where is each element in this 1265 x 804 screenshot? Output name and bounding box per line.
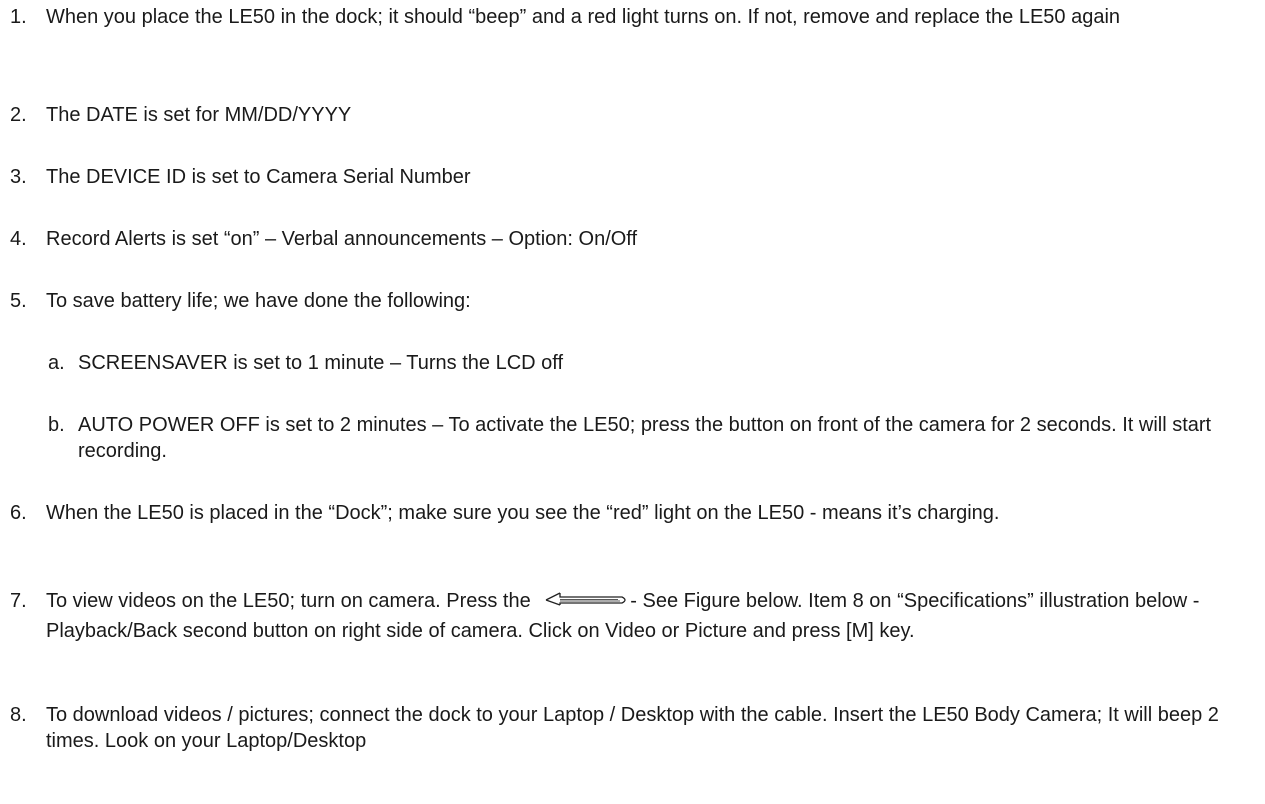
item-number: 6. — [10, 502, 27, 524]
item-number: 3. — [10, 166, 27, 188]
item-number: 2. — [10, 104, 27, 126]
item-text: To view videos on the LE50; turn on came… — [46, 588, 1236, 644]
item-text: To save battery life; we have done the f… — [46, 290, 471, 312]
back-arrow-icon — [538, 591, 628, 618]
item-letter: b. — [48, 414, 65, 436]
item-text: When you place the LE50 in the dock; it … — [46, 6, 1121, 28]
item-number: 7. — [10, 590, 27, 612]
item-text: When the LE50 is placed in the “Dock”; m… — [46, 502, 1000, 524]
item-letter: a. — [48, 352, 65, 374]
item-text-before: To view videos on the LE50; turn on came… — [46, 590, 531, 612]
item-number: 5. — [10, 290, 27, 312]
item-number: 1. — [10, 6, 27, 28]
instructions-document: 1. When you place the LE50 in the dock; … — [0, 0, 1265, 804]
item-text: Record Alerts is set “on” – Verbal annou… — [46, 228, 638, 250]
item-text: The DATE is set for MM/DD/YYYY — [46, 104, 352, 126]
item-text: SCREENSAVER is set to 1 minute – Turns t… — [78, 352, 564, 374]
item-number: 8. — [10, 704, 27, 726]
item-text: To download videos / pictures; connect t… — [46, 704, 1219, 752]
item-text: AUTO POWER OFF is set to 2 minutes – To … — [78, 414, 1212, 462]
item-number: 4. — [10, 228, 27, 250]
item-text: The DEVICE ID is set to Camera Serial Nu… — [46, 166, 471, 188]
